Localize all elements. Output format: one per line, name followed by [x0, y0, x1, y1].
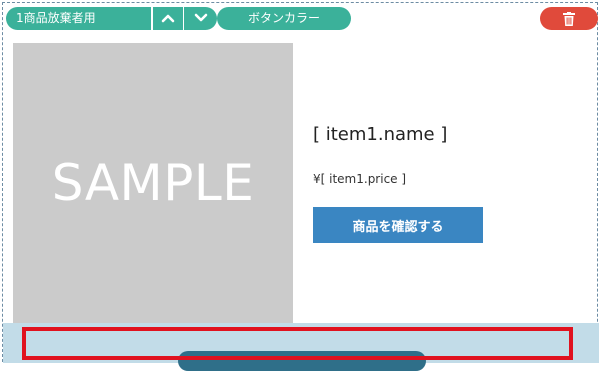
- block-type-label[interactable]: 1商品放棄者用: [6, 7, 151, 30]
- button-color-button[interactable]: ボタンカラー: [217, 7, 351, 30]
- chevron-down-icon: [194, 13, 207, 22]
- confirm-product-button[interactable]: 商品を確認する: [313, 207, 483, 243]
- move-up-button[interactable]: [152, 7, 183, 30]
- sample-image-text: SAMPLE: [51, 154, 255, 212]
- trash-icon: [563, 11, 575, 26]
- delete-block-button[interactable]: [540, 7, 598, 30]
- chevron-up-icon: [161, 14, 175, 23]
- product-image-placeholder[interactable]: SAMPLE: [13, 43, 293, 323]
- product-price: ¥[ item1.price ]: [313, 172, 407, 186]
- highlight-box: [22, 327, 573, 360]
- move-down-button[interactable]: [183, 7, 217, 30]
- product-name: [ item1.name ]: [313, 124, 448, 145]
